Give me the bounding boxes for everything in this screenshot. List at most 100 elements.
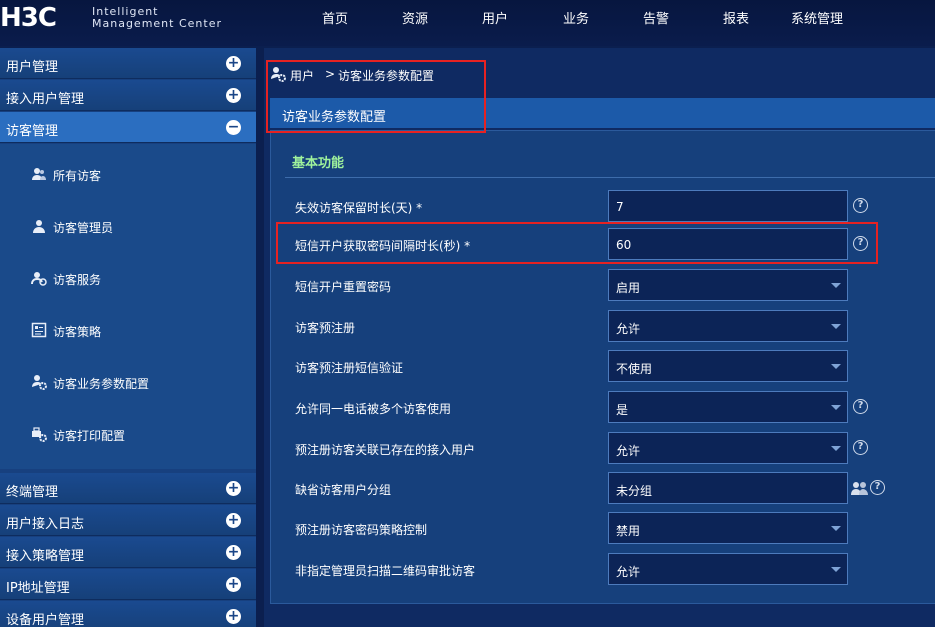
default-group-input[interactable]: 未分组 — [608, 472, 848, 504]
breadcrumb-user-link[interactable]: 用户 — [290, 67, 314, 84]
plus-circle-icon[interactable]: + — [226, 481, 241, 496]
user-settings-icon — [271, 67, 286, 82]
sidebar-item-guest-print[interactable]: 访客打印配置 — [0, 419, 256, 449]
sidebar: 用户管理 + 接入用户管理 + 访客管理 − 所有访客 访客管理员 访客服务 访… — [0, 48, 256, 627]
sidebar-item-label: 用户管理 — [6, 60, 59, 75]
guest-submenu: 所有访客 访客管理员 访客服务 访客策略 访客业务参数配置 访客打印配置 — [0, 144, 256, 469]
form-row-sms-password-interval: 短信开户获取密码间隔时长(秒) * 60 ? — [271, 228, 935, 260]
sidebar-item-access-log[interactable]: 用户接入日志 + — [0, 505, 256, 536]
field-value: 60 — [616, 238, 632, 252]
imc-logo-text: Intelligent Management Center — [92, 6, 232, 30]
h3c-logo[interactable]: H3C — [0, 3, 57, 33]
sidebar-item-device-user-management[interactable]: 设备用户管理 + — [0, 601, 256, 627]
field-label: 失效访客保留时长(天) * — [295, 201, 423, 215]
nav-system[interactable]: 系统管理 — [791, 10, 843, 30]
plus-circle-icon[interactable]: + — [226, 577, 241, 592]
field-label: 允许同一电话被多个访客使用 — [295, 402, 452, 416]
field-label: 非指定管理员扫描二维码审批访客 — [295, 564, 476, 578]
sidebar-item-user-management[interactable]: 用户管理 + — [0, 48, 256, 79]
sidebar-item-label: 设备用户管理 — [6, 613, 85, 627]
form-row-sms-reset-password: 短信开户重置密码 启用 — [271, 269, 935, 301]
sidebar-item-label: 用户接入日志 — [6, 517, 85, 532]
help-icon[interactable]: ? — [853, 399, 868, 414]
plus-circle-icon[interactable]: + — [226, 513, 241, 528]
plus-circle-icon[interactable]: + — [226, 609, 241, 624]
policy-icon — [31, 322, 47, 338]
field-value: 禁用 — [616, 524, 641, 538]
section-title: 基本功能 — [292, 156, 345, 171]
nav-alarm[interactable]: 告警 — [643, 10, 669, 30]
field-label: 短信开户获取密码间隔时长(秒) * — [295, 239, 471, 253]
chevron-down-icon[interactable] — [831, 324, 841, 329]
sidebar-item-label: 访客管理员 — [53, 221, 114, 235]
chevron-down-icon[interactable] — [831, 405, 841, 410]
phone-shared-select[interactable]: 是 — [608, 391, 848, 423]
expired-guest-retention-input[interactable]: 7 — [608, 190, 848, 222]
form-row-preregister-link-user: 预注册访客关联已存在的接入用户 允许 ? — [271, 432, 935, 464]
preregister-sms-verify-select[interactable]: 不使用 — [608, 350, 848, 382]
nav-report[interactable]: 报表 — [723, 10, 749, 30]
sms-reset-password-select[interactable]: 启用 — [608, 269, 848, 301]
sms-password-interval-input[interactable]: 60 — [608, 228, 848, 260]
sidebar-item-all-guests[interactable]: 所有访客 — [0, 159, 256, 189]
form-row-qrcode-approval: 非指定管理员扫描二维码审批访客 允许 — [271, 553, 935, 585]
guest-preregister-select[interactable]: 允许 — [608, 310, 848, 342]
user-settings-icon — [32, 375, 47, 390]
sidebar-item-guest-admin[interactable]: 访客管理员 — [0, 211, 256, 241]
sidebar-item-ip-management[interactable]: IP地址管理 + — [0, 569, 256, 600]
main-content: 用户 > 访客业务参数配置 访客业务参数配置 基本功能 失效访客保留时长(天) … — [264, 48, 935, 627]
logo-line-2: Management Center — [92, 17, 222, 30]
form-row-expired-guest-retention: 失效访客保留时长(天) * 7 ? — [271, 190, 935, 222]
preregister-link-user-select[interactable]: 允许 — [608, 432, 848, 464]
nav-home[interactable]: 首页 — [322, 10, 348, 30]
chevron-down-icon[interactable] — [831, 567, 841, 572]
user-icon — [33, 220, 45, 233]
sidebar-item-guest-management[interactable]: 访客管理 − — [0, 112, 256, 143]
field-label: 预注册访客关联已存在的接入用户 — [295, 443, 476, 457]
nav-user[interactable]: 用户 — [482, 10, 508, 30]
field-label: 短信开户重置密码 — [295, 280, 392, 294]
form-row-preregister-password-policy: 预注册访客密码策略控制 禁用 — [271, 512, 935, 544]
nav-resource[interactable]: 资源 — [402, 10, 428, 30]
help-icon[interactable]: ? — [853, 236, 868, 251]
form-row-guest-preregister: 访客预注册 允许 — [271, 310, 935, 342]
preregister-password-policy-select[interactable]: 禁用 — [608, 512, 848, 544]
form-row-preregister-sms-verify: 访客预注册短信验证 不使用 — [271, 350, 935, 382]
help-icon[interactable]: ? — [870, 480, 885, 495]
chevron-down-icon[interactable] — [831, 446, 841, 451]
field-value: 允许 — [616, 444, 641, 458]
sidebar-item-label: 访客打印配置 — [53, 429, 126, 443]
chevron-down-icon[interactable] — [831, 526, 841, 531]
plus-circle-icon[interactable]: + — [226, 56, 241, 71]
minus-circle-icon[interactable]: − — [226, 120, 241, 135]
field-value: 启用 — [616, 281, 641, 295]
sidebar-item-label: 访客策略 — [53, 325, 102, 339]
user-group-icon[interactable] — [851, 480, 869, 496]
field-label: 访客预注册短信验证 — [295, 361, 404, 375]
sidebar-item-guest-policy[interactable]: 访客策略 — [0, 315, 256, 345]
sidebar-item-label: 接入策略管理 — [6, 549, 85, 564]
qrcode-approval-select[interactable]: 允许 — [608, 553, 848, 585]
nav-service[interactable]: 业务 — [563, 10, 589, 30]
sidebar-item-access-policy[interactable]: 接入策略管理 + — [0, 537, 256, 568]
help-icon[interactable]: ? — [853, 440, 868, 455]
field-value: 7 — [616, 200, 624, 214]
chevron-down-icon[interactable] — [831, 364, 841, 369]
chevron-down-icon[interactable] — [831, 283, 841, 288]
print-settings-icon — [32, 427, 47, 442]
sidebar-item-label: 所有访客 — [53, 169, 102, 183]
sidebar-item-access-user-management[interactable]: 接入用户管理 + — [0, 80, 256, 111]
sidebar-item-guest-params[interactable]: 访客业务参数配置 — [0, 367, 256, 397]
section-divider — [285, 177, 935, 178]
page-title-bar: 访客业务参数配置 — [270, 98, 935, 128]
breadcrumb-separator: > — [325, 67, 336, 81]
sidebar-item-label: 访客业务参数配置 — [53, 377, 150, 391]
sidebar-item-label: 终端管理 — [6, 485, 59, 500]
sidebar-item-guest-service[interactable]: 访客服务 — [0, 263, 256, 293]
page-title: 访客业务参数配置 — [282, 110, 387, 125]
plus-circle-icon[interactable]: + — [226, 88, 241, 103]
plus-circle-icon[interactable]: + — [226, 545, 241, 560]
help-icon[interactable]: ? — [853, 198, 868, 213]
field-value: 未分组 — [616, 484, 653, 498]
sidebar-item-terminal-management[interactable]: 终端管理 + — [0, 473, 256, 504]
